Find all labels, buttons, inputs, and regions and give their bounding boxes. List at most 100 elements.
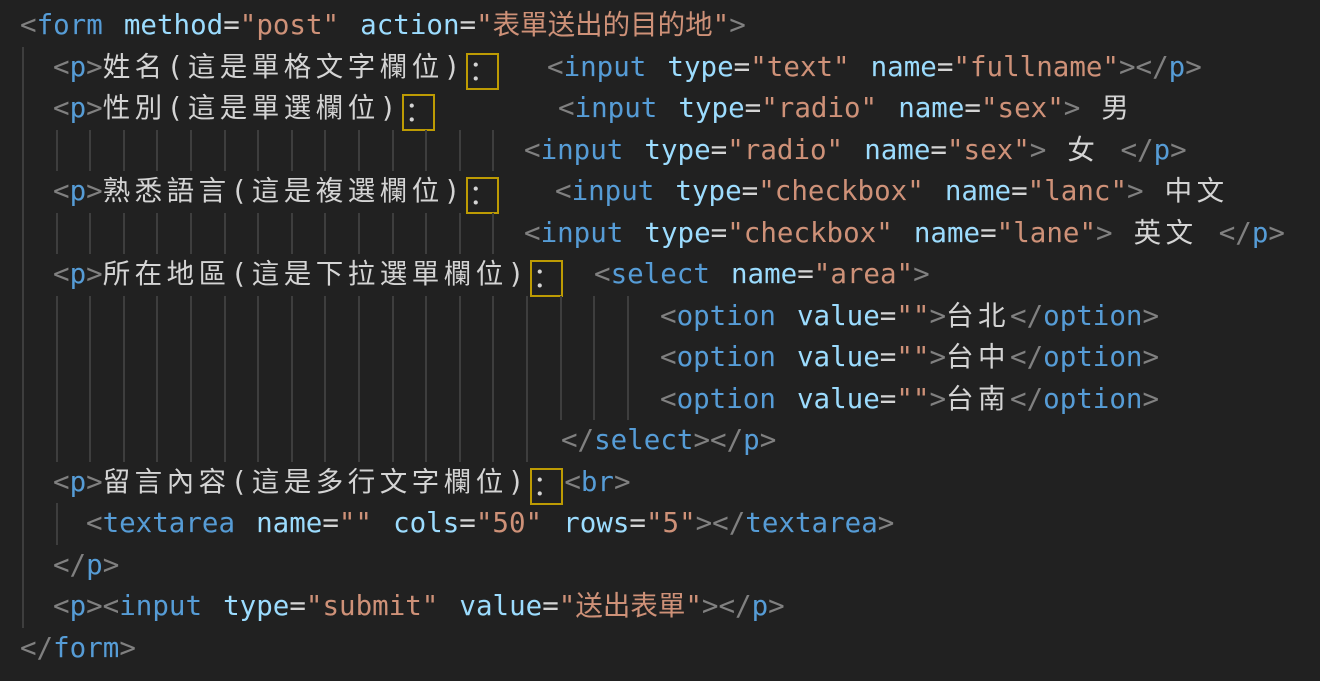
indent-guide — [627, 379, 629, 421]
code-token: > — [1142, 300, 1159, 332]
indent-guide — [459, 420, 461, 462]
code-token: </ — [1120, 134, 1153, 166]
code-token: option — [1043, 341, 1142, 373]
code-segment: <p>姓名(這是單格文字欄位)： — [53, 47, 500, 90]
code-token: input — [572, 175, 655, 207]
code-segment: <option value="">台北</option> — [660, 296, 1159, 338]
code-token: 所在地區(這是下拉選單欄位) — [103, 258, 529, 290]
code-segment: <select name="area"> — [594, 254, 930, 296]
code-token: name — [731, 258, 797, 290]
indent-guide — [459, 379, 461, 421]
code-token: = — [742, 175, 759, 207]
code-token: = — [880, 383, 897, 415]
code-token: < — [524, 217, 541, 249]
code-token: cols — [393, 507, 459, 539]
code-token: name — [256, 507, 322, 539]
indent-guide — [123, 420, 125, 462]
indent-guide — [190, 337, 192, 379]
code-token: "lane" — [997, 217, 1096, 249]
code-token: < — [547, 51, 564, 83]
code-token: name — [914, 217, 980, 249]
indent-guide — [22, 296, 24, 338]
indent-guide — [492, 296, 494, 338]
indent-guide — [425, 130, 427, 172]
indent-guide — [492, 337, 494, 379]
indent-guide — [324, 296, 326, 338]
code-token — [235, 507, 256, 539]
code-line: <p>性別(這是單選欄位)：<input type="radio" name="… — [0, 88, 1320, 130]
code-token: < — [524, 134, 541, 166]
unicode-highlight-box: ： — [530, 260, 564, 297]
code-token: = — [322, 507, 339, 539]
code-token: option — [1043, 300, 1142, 332]
indent-guide — [56, 337, 58, 379]
code-token: = — [629, 507, 646, 539]
indent-guide — [593, 296, 595, 338]
code-token: "sex" — [981, 92, 1064, 124]
indent-guide — [22, 586, 24, 628]
code-token: > — [1096, 217, 1113, 249]
code-token: "送出表單" — [559, 590, 702, 622]
code-line: <p>熟悉語言(這是複選欄位)：<input type="checkbox" n… — [0, 171, 1320, 213]
indent-guide — [156, 213, 158, 255]
code-token: "" — [896, 383, 929, 415]
code-token: p — [70, 51, 87, 83]
indent-guide — [392, 337, 394, 379]
indent-guide — [291, 130, 293, 172]
code-segment: </form> — [20, 628, 136, 670]
indent-guide — [291, 213, 293, 255]
indent-guide — [56, 503, 58, 545]
code-token: "5" — [646, 507, 696, 539]
indent-guide — [190, 213, 192, 255]
code-token: action — [360, 9, 459, 41]
code-token: value — [797, 383, 880, 415]
code-token: p — [743, 424, 760, 456]
code-token: < — [53, 466, 70, 498]
indent-guide — [22, 47, 24, 89]
code-editor[interactable]: <form method="post" action="表單送出的目的地"><p… — [0, 0, 1320, 681]
code-token: type — [644, 134, 710, 166]
code-token: > — [1185, 51, 1202, 83]
code-token: "post" — [240, 9, 339, 41]
code-token: "text" — [750, 51, 849, 83]
code-token — [710, 258, 731, 290]
code-token: = — [937, 51, 954, 83]
code-token: > — [1030, 134, 1047, 166]
code-token: </ — [20, 632, 53, 664]
code-token: </ — [1010, 300, 1043, 332]
code-token: input — [564, 51, 647, 83]
indent-guide — [358, 379, 360, 421]
code-token: input — [119, 590, 202, 622]
indent-guide — [526, 420, 528, 462]
code-line: <p>所在地區(這是下拉選單欄位)：<select name="area"> — [0, 254, 1320, 296]
indent-guide — [291, 420, 293, 462]
code-token: select — [594, 424, 693, 456]
code-token: p — [70, 466, 87, 498]
code-token: input — [541, 217, 624, 249]
code-line: <p>姓名(這是單格文字欄位)：<input type="text" name=… — [0, 47, 1320, 89]
code-token: < — [53, 51, 70, 83]
code-token — [372, 507, 393, 539]
code-token: ></ — [1119, 51, 1169, 83]
code-area[interactable]: <form method="post" action="表單送出的目的地"><p… — [0, 5, 1320, 669]
code-token: > — [729, 9, 746, 41]
indent-guide — [492, 213, 494, 255]
code-token: type — [644, 217, 710, 249]
indent-guide — [123, 130, 125, 172]
code-token: p — [1252, 217, 1269, 249]
indent-guide — [627, 337, 629, 379]
code-segment: <option value="">台中</option> — [660, 337, 1159, 379]
indent-guide — [224, 420, 226, 462]
code-token: > — [86, 92, 103, 124]
code-token: < — [20, 9, 37, 41]
code-token — [202, 590, 223, 622]
indent-guide — [392, 379, 394, 421]
code-line: <p><input type="submit" value="送出表單"></p… — [0, 586, 1320, 628]
indent-guide — [392, 213, 394, 255]
code-token: > — [119, 632, 136, 664]
code-segment: <option value="">台南</option> — [660, 379, 1159, 421]
code-line: <input type="radio" name="sex"> 女 </p> — [0, 130, 1320, 172]
code-token: = — [745, 92, 762, 124]
indent-guide — [89, 213, 91, 255]
indent-guide — [190, 420, 192, 462]
